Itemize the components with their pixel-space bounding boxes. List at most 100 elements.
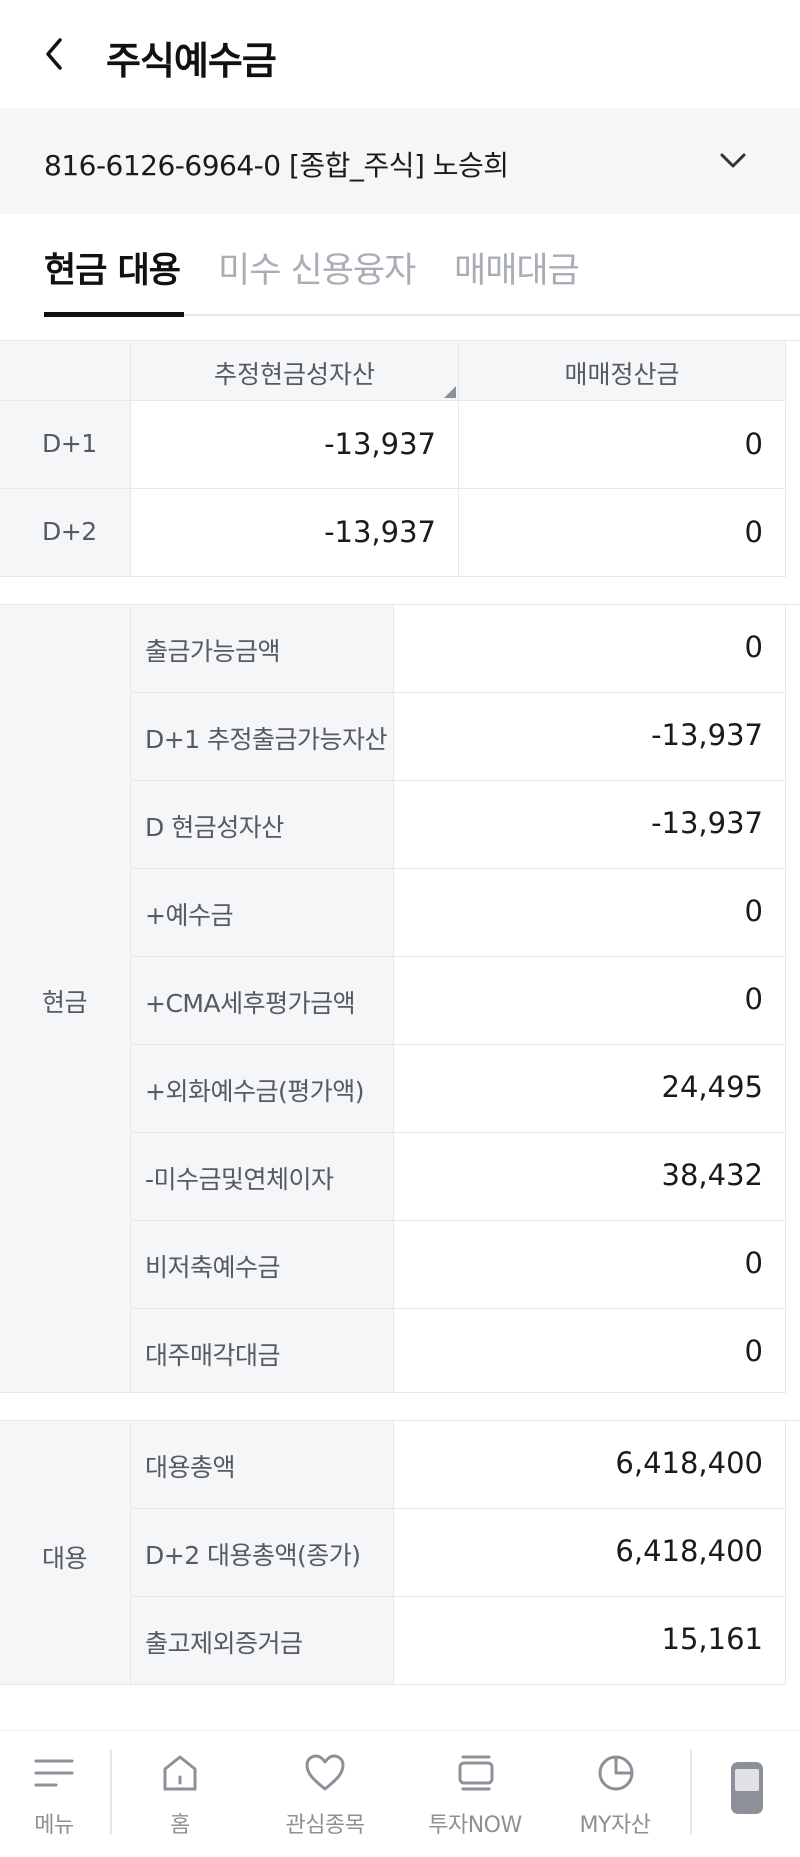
table-row-label: D+2 [0,489,131,577]
bottom-navigation: 메뉴 홈 관심종목 투자NOW MY자산 [0,1730,800,1857]
cell-value: 6,418,400 [615,1534,763,1568]
nav-divider [110,1749,112,1835]
nav-label: 메뉴 [34,1813,74,1838]
row-label: +외화예수금(평가액) [145,1077,364,1106]
cell-value: 38,432 [661,1158,763,1192]
news-icon [458,1755,494,1791]
list-item-label: +외화예수금(평가액) [131,1045,394,1133]
list-item-label: 대용총액 [131,1421,394,1509]
row-label: 비저축예수금 [145,1253,281,1282]
list-item-value: 6,418,400 [394,1421,786,1509]
list-item-value: 15,161 [394,1597,786,1685]
list-item-value: 38,432 [394,1133,786,1221]
cell-value: 0 [744,1246,763,1280]
chevron-left-icon [46,38,62,70]
row-label: D+1 추정출금가능자산 [145,725,388,754]
list-item-value: -13,937 [394,693,786,781]
group-label-cell: 현금 [0,605,131,1393]
list-item-label: 비저축예수금 [131,1221,394,1309]
list-item-value: -13,937 [394,781,786,869]
cell-value: 6,418,400 [615,1446,763,1480]
sort-indicator-icon [444,386,456,398]
row-label: 대용총액 [145,1453,236,1482]
heart-icon [305,1754,345,1791]
list-item-label: -미수금및연체이자 [131,1133,394,1221]
row-label: +예수금 [145,901,233,930]
table-cell: 0 [459,401,786,489]
cell-value: 0 [744,630,763,664]
list-item-label: D+2 대용총액(종가) [131,1509,394,1597]
row-label: 출고제외증거금 [145,1629,303,1658]
nav-watchlist[interactable]: 관심종목 [260,1731,390,1857]
nav-label: 관심종목 [285,1813,365,1838]
cell-value: -13,937 [324,515,436,549]
cell-value: 0 [744,515,763,549]
column-header: 매매정산금 [459,341,786,401]
row-label: 대주매각대금 [145,1341,281,1370]
nav-device[interactable] [700,1731,800,1857]
list-item-value: 0 [394,1221,786,1309]
tab-trade-amount[interactable]: 매매대금 [454,242,580,293]
row-label: D+2 대용총액(종가) [145,1541,361,1570]
chevron-down-icon [720,153,746,168]
table-row-label: D+1 [0,401,131,489]
tab-bar: 현금 대용 미수 신용융자 매매대금 [0,214,800,318]
nav-menu[interactable]: 메뉴 [0,1731,108,1857]
nav-home[interactable]: 홈 [120,1731,240,1857]
column-header-label: 매매정산금 [564,360,680,389]
cell-value: -13,937 [651,718,763,752]
cell-value: 0 [744,427,763,461]
list-item-label: D 현금성자산 [131,781,394,869]
account-selector[interactable]: 816-6126-6964-0 [종합_주식] 노승희 [0,108,800,214]
row-label: -미수금및연체이자 [145,1165,334,1194]
group-label-cell: 대용 [0,1421,131,1685]
list-item-value: 0 [394,605,786,693]
nav-label: 투자NOW [428,1813,522,1838]
list-item-value: 0 [394,957,786,1045]
cash-table: 현금 출금가능금액 0 D+1 추정출금가능자산 -13,937 D 현금성자산… [0,604,800,1393]
nav-label: 홈 [170,1813,190,1838]
nav-divider [690,1749,692,1835]
header-corner [0,341,131,401]
cell-value: 15,161 [661,1622,763,1656]
summary-table: 추정현금성자산 매매정산금 D+1 -13,937 0 D+2 -13,937 … [0,340,800,577]
home-icon [163,1755,197,1791]
table-cell: -13,937 [131,401,459,489]
list-item-label: 출금가능금액 [131,605,394,693]
row-label: D+1 [42,429,97,458]
cell-value: 0 [744,894,763,928]
row-label: +CMA세후평가금액 [145,989,356,1018]
list-item-value: 6,418,400 [394,1509,786,1597]
list-item-label: 대주매각대금 [131,1309,394,1393]
nav-my-assets[interactable]: MY자산 [550,1731,680,1857]
column-header[interactable]: 추정현금성자산 [131,341,459,401]
row-label: D 현금성자산 [145,813,284,842]
device-icon [731,1762,763,1814]
list-item-value: 0 [394,1309,786,1393]
tab-unpaid-credit[interactable]: 미수 신용융자 [218,242,416,293]
cell-value: 0 [744,982,763,1016]
substitute-table: 대용 대용총액 6,418,400 D+2 대용총액(종가) 6,418,400… [0,1420,800,1685]
cell-value: 24,495 [661,1070,763,1104]
menu-icon [34,1759,74,1787]
table-cell: -13,937 [131,489,459,577]
list-item-label: 출고제외증거금 [131,1597,394,1685]
row-label: 출금가능금액 [145,637,281,666]
nav-invest-now[interactable]: 투자NOW [405,1731,545,1857]
table-cell: 0 [459,489,786,577]
tab-cash-substitute[interactable]: 현금 대용 [44,242,181,293]
account-label: 816-6126-6964-0 [종합_주식] 노승희 [44,149,509,182]
list-item-label: +예수금 [131,869,394,957]
group-label: 현금 [42,988,88,1017]
row-label: D+2 [42,517,97,546]
cell-value: -13,937 [651,806,763,840]
column-header-label: 추정현금성자산 [213,360,375,389]
list-item-value: 0 [394,869,786,957]
cell-value: -13,937 [324,427,436,461]
pie-chart-icon [598,1755,634,1791]
back-button[interactable] [38,34,72,74]
cell-value: 0 [744,1334,763,1368]
list-item-label: +CMA세후평가금액 [131,957,394,1045]
page-title: 주식예수금 [106,39,277,83]
active-tab-indicator [44,312,184,317]
